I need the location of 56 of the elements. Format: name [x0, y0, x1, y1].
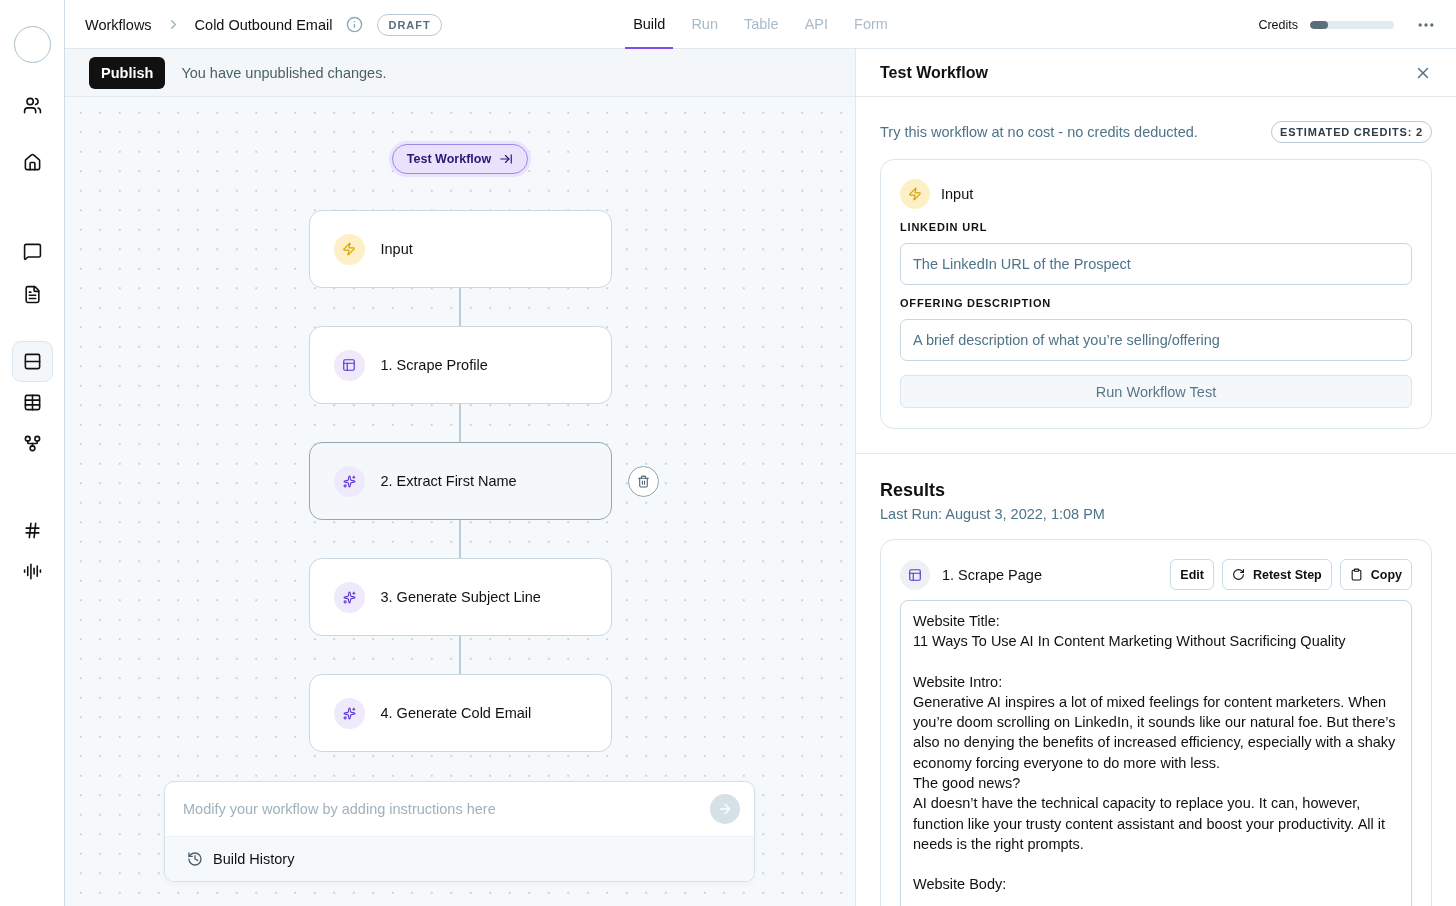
layout-icon: [900, 559, 930, 590]
sidebar-item[interactable]: [11, 341, 53, 382]
retest-button[interactable]: Retest Step: [1221, 559, 1332, 590]
input-field[interactable]: A brief description of what you’re selling/offering: [900, 319, 1412, 361]
history-icon: [187, 851, 203, 867]
unpublished-message: You have unpublished changes.: [181, 64, 387, 81]
build-history-button[interactable]: Build History: [165, 836, 754, 881]
workflow-node[interactable]: 3. Generate Subject Line: [308, 558, 612, 636]
workflow-title: Cold Outbound Email: [194, 16, 333, 33]
users-icon: [22, 96, 42, 115]
workflow-node[interactable]: 1. Scrape Profile: [308, 326, 612, 404]
run-test-button[interactable]: Run Workflow Test: [900, 375, 1412, 408]
chat-icon: [22, 242, 42, 261]
stacked-rows-icon: [22, 352, 42, 371]
arrow-icon: [717, 801, 733, 817]
last-run-time: Last Run: August 3, 2022, 1:08 PM: [880, 506, 1106, 522]
step-title: 1. Scrape Page: [942, 566, 1042, 583]
hash-icon: [22, 521, 42, 540]
credits-label: Credits: [1258, 17, 1298, 32]
output-heading: Website Title:: [913, 612, 1001, 631]
copy-button[interactable]: Copy: [1339, 559, 1412, 590]
test-workflow-button[interactable]: Test Workflow: [391, 144, 529, 174]
publish-button[interactable]: Publish: [89, 56, 166, 89]
card-title: Input: [941, 186, 974, 202]
output-text: Generative AI inspires a lot of mixed feelings for content marketers. When you’re doom scrolling on LinkedIn, it sounds like our natural foe. But there’s also no denying the benefits of increased efficiency, especially with a shaky economy forcing everyone to do more with less.: [913, 692, 1397, 773]
lightning-icon: [333, 233, 365, 265]
lightning-icon: [900, 179, 930, 209]
sparkle-icon: [333, 465, 365, 497]
delete-icon[interactable]: [627, 466, 659, 497]
layout-icon: [333, 349, 365, 381]
field-label: OFFERING DESCRIPTION: [900, 297, 1053, 309]
output-text: The good news?: [913, 774, 1022, 794]
home-icon: [22, 153, 42, 172]
sparkle-icon: [333, 581, 365, 613]
sparkle-icon: [333, 697, 365, 729]
output-heading: Website Intro:: [913, 672, 1004, 692]
document-icon: [22, 285, 42, 304]
panel-title: Test Workflow: [880, 63, 988, 82]
audio-bars-icon: [22, 562, 42, 581]
arrow-to-line-icon: [499, 152, 514, 166]
input-field[interactable]: The LinkedIn URL of the Prospect: [900, 243, 1412, 285]
workflow-node[interactable]: Input: [308, 210, 612, 288]
output-text: AI doesn’t have the technical capacity to replace you. It can, however, function like your trusty content assistant and boost your productivity. All it needs is the right prompts.: [913, 794, 1387, 854]
edit-button[interactable]: Edit: [1170, 559, 1214, 590]
output-text: 11 Ways To Use AI In Content Marketing Without Sacrificing Quality: [913, 632, 1347, 652]
field-label: LINKEDIN URL: [900, 221, 989, 233]
output-heading: Website Body:: [913, 875, 1008, 895]
results-title: Results: [880, 480, 947, 501]
workflow-node[interactable]: 4. Generate Cold Email: [308, 674, 612, 752]
clipboard-icon: [1349, 568, 1363, 581]
workflow-node[interactable]: 2. Extract First Name: [308, 442, 612, 520]
refresh-icon: [1231, 568, 1245, 581]
cost-note: Try this workflow at no cost - no credits deducted.: [880, 124, 1198, 140]
nodes-icon: [22, 434, 42, 453]
breadcrumb-link[interactable]: Workflows: [85, 16, 152, 33]
table-icon: [22, 393, 42, 412]
